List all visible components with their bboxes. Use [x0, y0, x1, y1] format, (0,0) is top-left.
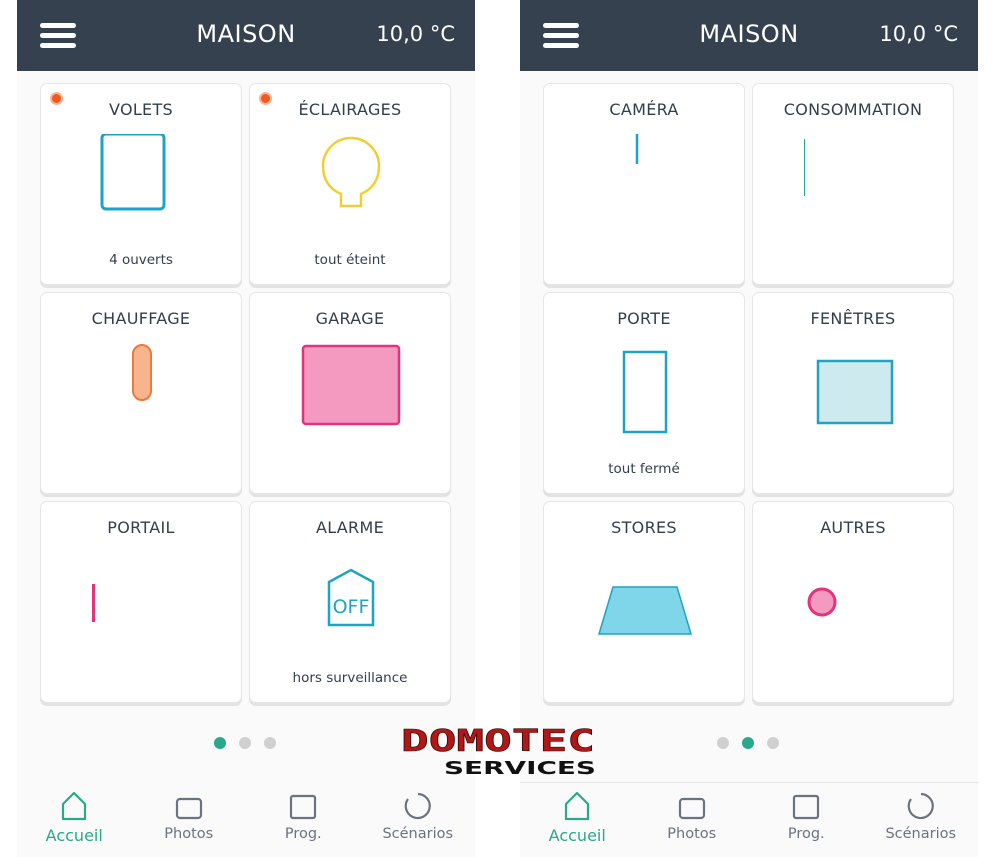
- more-icon: [807, 587, 837, 617]
- thermometer-icon: [132, 344, 152, 401]
- chart-icon: [804, 139, 805, 196]
- nav-play[interactable]: Scénarios: [361, 790, 476, 845]
- play-icon: [907, 792, 934, 820]
- divider: [520, 782, 978, 783]
- camera-icon: [678, 797, 705, 820]
- calendar-icon: [290, 794, 317, 820]
- card-label: ÉCLAIRAGES: [298, 100, 402, 119]
- home-icon: [62, 791, 87, 821]
- card-label: CHAUFFAGE: [91, 309, 191, 328]
- bottom-nav: Accueil Photos Prog. Scénarios: [520, 790, 978, 845]
- card-shutter[interactable]: VOLETS 4 ouverts: [40, 83, 242, 285]
- play-icon: [404, 792, 431, 820]
- awning-icon: [597, 586, 693, 635]
- page-indicator: [717, 737, 779, 749]
- page-dot[interactable]: [742, 737, 754, 749]
- card-label: FENÊTRES: [810, 309, 896, 328]
- domotec-logo: DOMOTEC SERVICES: [401, 724, 596, 776]
- page-dot[interactable]: [214, 737, 226, 749]
- card-status: tout éteint: [314, 252, 386, 268]
- bottom-nav: Accueil Photos Prog. Scénarios: [17, 790, 475, 845]
- card-label: AUTRES: [820, 518, 886, 537]
- temperature-readout: 10,0 °C: [879, 22, 958, 46]
- card-label: GARAGE: [315, 309, 385, 328]
- card-awning[interactable]: STORES: [543, 501, 745, 703]
- card-garage[interactable]: GARAGE: [249, 292, 451, 494]
- app-header: MAISON 10,0 °C: [17, 0, 475, 71]
- nav-calendar[interactable]: Prog.: [749, 790, 864, 845]
- calendar-icon: [793, 794, 820, 820]
- bulb-icon: [321, 136, 381, 208]
- nav-label: Prog.: [787, 826, 825, 842]
- card-alarm[interactable]: ALARME OFF hors surveillance: [249, 501, 451, 703]
- temperature-readout: 10,0 °C: [376, 22, 455, 46]
- card-label: STORES: [611, 518, 677, 537]
- nav-label: Photos: [164, 826, 214, 842]
- page-dot[interactable]: [767, 737, 779, 749]
- device-grid: VOLETS 4 ouverts ÉCLAIRAGES tout éteint CHAU…: [40, 83, 451, 703]
- nav-label: Photos: [667, 826, 717, 842]
- nav-home[interactable]: Accueil: [17, 790, 132, 845]
- nav-camera[interactable]: Photos: [635, 790, 750, 845]
- card-label: PORTAIL: [107, 518, 175, 537]
- camera-icon: [175, 797, 202, 820]
- nav-camera[interactable]: Photos: [132, 790, 247, 845]
- home-icon: [565, 791, 590, 821]
- alarm-icon: OFF: [327, 568, 375, 627]
- card-camera[interactable]: CAMÉRA: [543, 83, 745, 285]
- nav-label: Accueil: [548, 826, 606, 845]
- page-dot[interactable]: [264, 737, 276, 749]
- card-label: CAMÉRA: [609, 100, 679, 119]
- card-gate[interactable]: PORTAIL: [40, 501, 242, 703]
- card-status: tout fermé: [608, 461, 680, 477]
- card-chart[interactable]: CONSOMMATION: [752, 83, 954, 285]
- card-label: ALARME: [315, 518, 384, 537]
- card-door[interactable]: PORTE tout fermé: [543, 292, 745, 494]
- shutter-icon: [100, 134, 166, 211]
- card-label: VOLETS: [108, 100, 173, 119]
- window-icon: [816, 359, 894, 425]
- page-indicator: [214, 737, 276, 749]
- nav-play[interactable]: Scénarios: [864, 790, 979, 845]
- garage-icon: [301, 344, 401, 426]
- card-thermometer[interactable]: CHAUFFAGE: [40, 292, 242, 494]
- page-dot[interactable]: [717, 737, 729, 749]
- svg-text:DOMOTEC: DOMOTEC: [401, 724, 595, 759]
- card-status: hors surveillance: [292, 670, 408, 686]
- svg-text:SERVICES: SERVICES: [444, 758, 596, 776]
- nav-label: Scénarios: [885, 826, 957, 842]
- page-dot[interactable]: [239, 737, 251, 749]
- door-icon: [622, 350, 668, 434]
- card-label: PORTE: [617, 309, 671, 328]
- gate-icon: [92, 584, 95, 622]
- nav-label: Prog.: [284, 826, 322, 842]
- card-label: CONSOMMATION: [783, 100, 923, 119]
- card-window[interactable]: FENÊTRES: [752, 292, 954, 494]
- camera-icon: [635, 134, 639, 164]
- alarm-state-text: OFF: [333, 596, 370, 618]
- nav-label: Scénarios: [382, 826, 454, 842]
- nav-calendar[interactable]: Prog.: [246, 790, 361, 845]
- nav-label: Accueil: [45, 826, 103, 845]
- card-bulb[interactable]: ÉCLAIRAGES tout éteint: [249, 83, 451, 285]
- card-status: 4 ouverts: [109, 252, 173, 268]
- device-grid: CAMÉRA CONSOMMATION PORTE tout fermé FENÊTRE…: [543, 83, 954, 703]
- app-header: MAISON 10,0 °C: [520, 0, 978, 71]
- card-more[interactable]: AUTRES: [752, 501, 954, 703]
- nav-home[interactable]: Accueil: [520, 790, 635, 845]
